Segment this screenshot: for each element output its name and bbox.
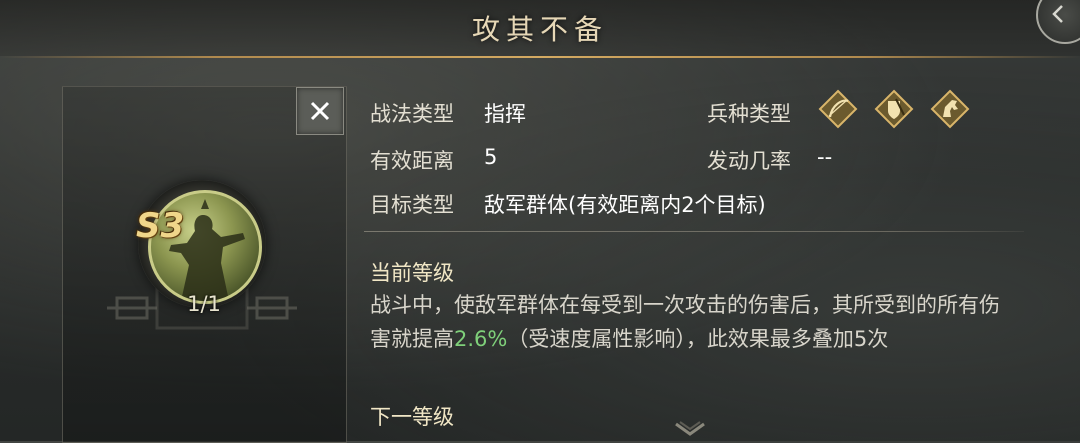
skill-grade: S3 [136,206,185,246]
troop-type-label: 兵种类型 [707,102,791,126]
current-level-title: 当前等级 [370,261,454,285]
close-icon [310,101,330,121]
section-divider [364,231,1024,232]
range-value: 5 [484,145,498,169]
skill-level-count: 1/1 [187,292,221,316]
close-button[interactable] [296,87,344,135]
bow-troop-icon [818,89,858,129]
range-label: 有效距离 [370,149,454,173]
trigger-rate-value: -- [817,145,833,169]
desc-text-part2: （受速度属性影响），此效果最多叠加5次 [507,327,889,351]
scroll-down-icon[interactable] [672,420,708,440]
target-type-value: 敌军群体(有效距离内2个目标) [484,193,766,217]
title-divider [0,56,1080,58]
tactic-type-value: 指挥 [484,102,526,126]
desc-highlight-value: 2.6% [454,327,508,351]
cavalry-troop-icon [930,89,970,129]
current-level-description: 战斗中，使敌军群体在每受到一次攻击的伤害后，其所受到的所有伤害就提高2.6%（受… [370,288,1020,356]
tactic-type-label: 战法类型 [370,102,454,126]
trigger-rate-label: 发动几率 [707,149,791,173]
next-level-title: 下一等级 [370,405,454,429]
target-type-label: 目标类型 [370,193,454,217]
shield-troop-icon [874,89,914,129]
chevron-icon [1052,5,1063,23]
page-title: 攻其不备 [471,13,608,46]
